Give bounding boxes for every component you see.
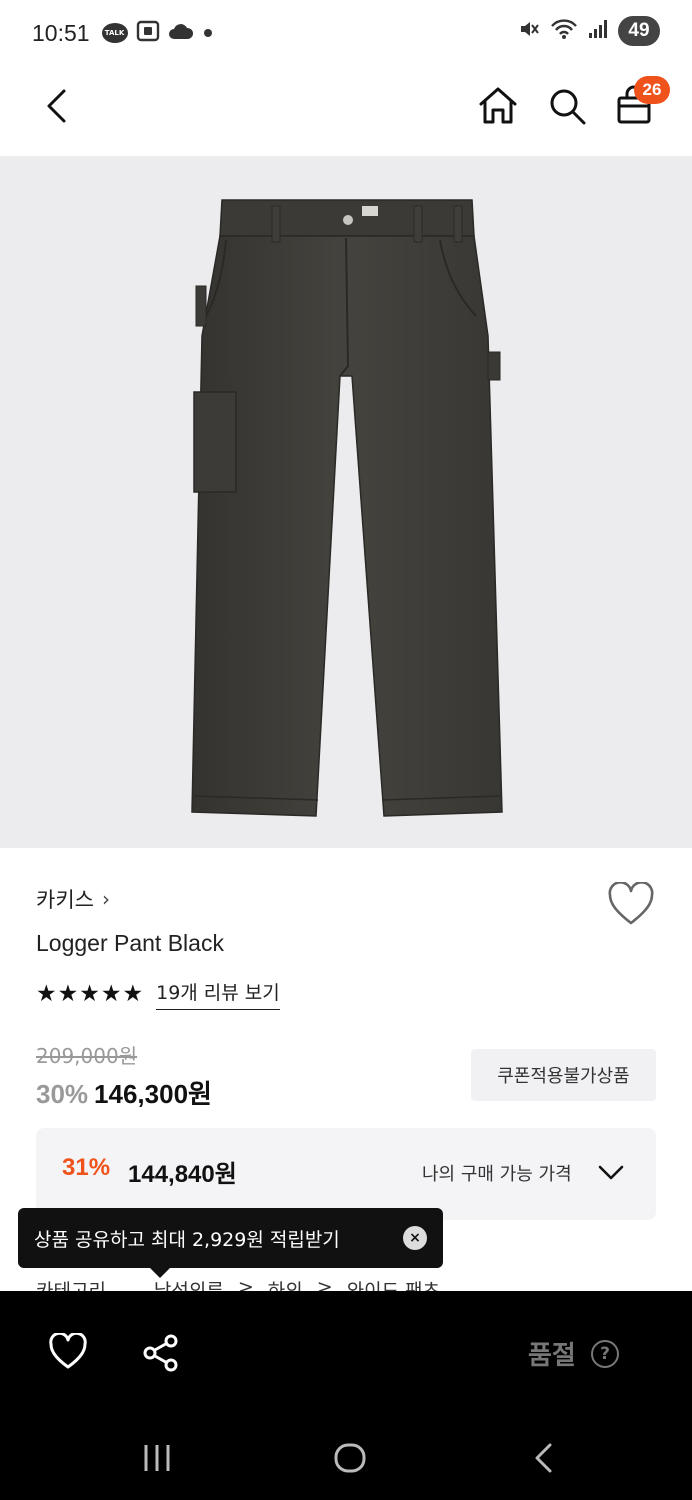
cloud-icon (168, 22, 194, 44)
my-price-panel[interactable]: 31% 144,840원 나의 구매 가능 가격 (36, 1128, 656, 1220)
product-image[interactable] (0, 156, 692, 848)
mute-icon (518, 18, 540, 44)
brand-name: 카키스 (36, 888, 94, 912)
search-button[interactable] (545, 84, 589, 128)
system-back-button[interactable] (532, 1441, 556, 1475)
tooltip-text: 상품 공유하고 최대 2,929원 적립받기 (34, 1228, 340, 1251)
kakaotalk-notification-icon: TALK (101, 23, 128, 43)
my-discount-rate: 31% (62, 1154, 111, 1181)
top-navigation-bar (0, 66, 692, 156)
bottom-action-bar: 품절 ? (0, 1291, 692, 1500)
review-link[interactable]: 19개 리뷰 보기 (156, 978, 280, 1010)
recent-apps-button[interactable] (141, 1441, 173, 1475)
help-icon[interactable]: ? (591, 1340, 619, 1368)
discount-rate: 30% (36, 1079, 89, 1109)
share-reward-tooltip: 상품 공유하고 최대 2,929원 적립받기 × (18, 1208, 443, 1278)
my-price-value: 144,840원 (128, 1161, 237, 1188)
chevron-right-icon: › (101, 887, 110, 911)
price-row: 30% 146,300원 (36, 1074, 212, 1111)
pants-illustration (191, 199, 503, 817)
system-home-button[interactable] (334, 1441, 366, 1475)
back-button[interactable] (36, 86, 76, 126)
share-icon (143, 1334, 178, 1372)
system-home-icon (334, 1443, 366, 1473)
home-button[interactable] (476, 84, 520, 128)
sold-out-label: 품절 (528, 1341, 576, 1371)
notification-dot-icon (202, 24, 214, 43)
product-name: Logger Pant Black (36, 930, 224, 956)
my-price-label: 나의 구매 가능 가격 (422, 1164, 572, 1185)
recent-apps-icon (144, 1445, 170, 1471)
sale-price: 146,300원 (94, 1079, 212, 1109)
screenshot-icon (136, 20, 160, 46)
original-price: 209,000원 (36, 1044, 138, 1068)
heart-icon (49, 1331, 87, 1369)
tooltip-arrow (150, 1268, 170, 1278)
battery-indicator: 49 (618, 16, 660, 46)
cart-count-badge: 26 (634, 76, 670, 104)
search-icon (550, 89, 586, 125)
star-rating: ★★★★★ (36, 981, 145, 1007)
heart-icon (608, 881, 654, 925)
wishlist-bottom-button[interactable] (48, 1331, 88, 1373)
chevron-down-icon[interactable] (596, 1158, 626, 1188)
signal-icon (588, 18, 608, 44)
wishlist-button[interactable] (606, 881, 656, 928)
system-back-icon (535, 1443, 552, 1473)
close-icon[interactable]: × (403, 1226, 427, 1250)
share-button[interactable] (141, 1333, 181, 1373)
status-time: 10:51 (32, 19, 90, 46)
rating-row: ★★★★★ 19개 리뷰 보기 (36, 978, 280, 1010)
coupon-unavailable-badge: 쿠폰적용불가상품 (471, 1049, 656, 1101)
wifi-icon (550, 18, 578, 44)
brand-link[interactable]: 카키스 › (36, 884, 110, 914)
status-bar: 10:51 TALK 49 (0, 0, 692, 66)
home-icon (479, 87, 517, 124)
